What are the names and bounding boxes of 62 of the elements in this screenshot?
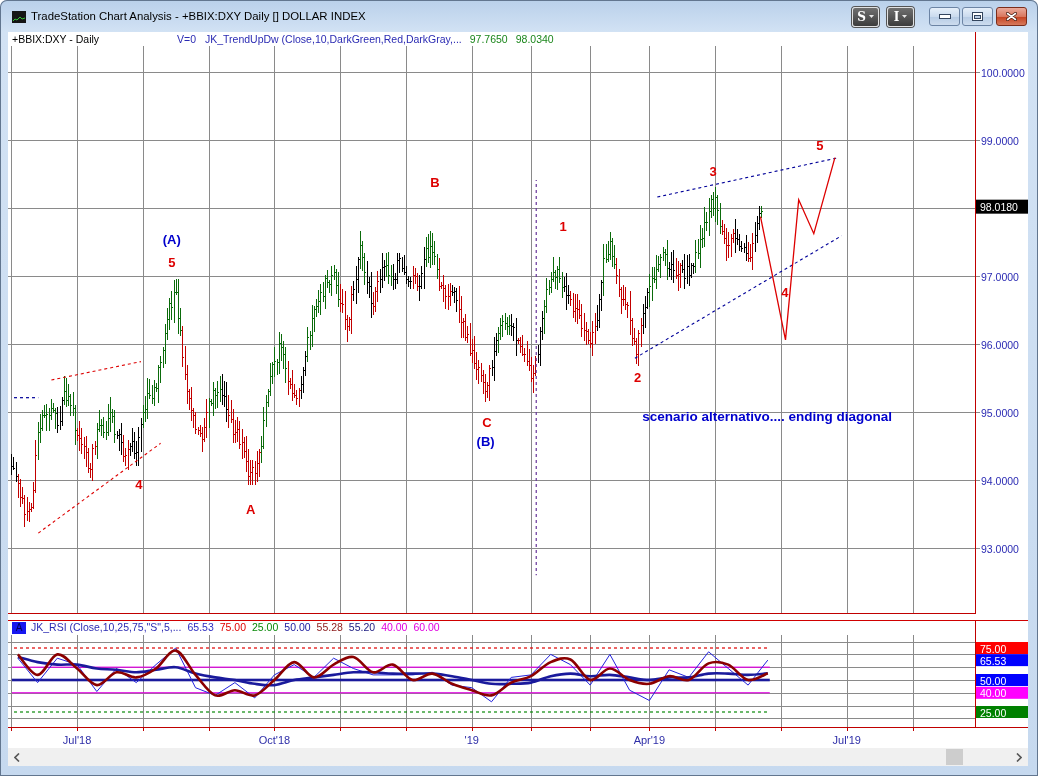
indicator-value: 65.53	[187, 620, 214, 636]
date-axis-label: Jul'18	[62, 734, 92, 746]
value-tag: 25.00	[976, 706, 1028, 719]
value-tag: 65.53	[976, 654, 1028, 667]
caret-icon	[902, 15, 908, 18]
indicator-label: JK_RSI (Close,10,25,75,"S",5,...	[31, 620, 182, 636]
wave-label: 3	[709, 163, 717, 179]
study-marker: A	[12, 622, 26, 634]
wave-label: B	[430, 175, 440, 191]
close-icon	[1006, 12, 1017, 21]
indicator-value: 50.00	[284, 620, 311, 636]
scrollbar-thumb[interactable]	[946, 749, 963, 765]
maximize-button[interactable]	[962, 7, 993, 26]
indicator-value: 55.28	[316, 620, 343, 636]
wave-label: 4	[135, 477, 143, 493]
maximize-icon	[972, 12, 983, 21]
price-axis-label: 100.0000	[981, 66, 1025, 79]
value-tag: 75.00	[976, 642, 1028, 655]
wave-label: A	[246, 501, 256, 517]
chevron-left-icon	[14, 752, 20, 762]
wave-label: 5	[168, 255, 176, 271]
indicator-value: 75.00	[219, 620, 246, 636]
study-label: V=0	[177, 32, 196, 46]
date-axis-label: Jul'19	[832, 734, 861, 746]
wave-label: (A)	[162, 232, 181, 248]
date-axis-label: Apr'19	[633, 734, 666, 746]
price-axis-label: 97.0000	[981, 270, 1019, 283]
date-axis-label: Oct'18	[258, 734, 291, 746]
last-price-tag: 98.0180	[976, 199, 1028, 214]
price-axis-label: 94.0000	[981, 474, 1019, 487]
caret-icon	[868, 15, 874, 18]
wave-label: 4	[781, 284, 789, 300]
indicator-value: 98.0340	[515, 32, 554, 46]
dropdown-button[interactable]: I	[887, 6, 914, 27]
wave-label: (B)	[476, 434, 495, 450]
price-axis-label: 95.0000	[981, 406, 1019, 419]
indicator-value: 97.7650	[469, 32, 508, 46]
price-axis-label: 93.0000	[981, 542, 1019, 555]
minimize-button[interactable]	[929, 7, 960, 26]
scenario-note: scenario alternativo.... ending diagonal	[642, 408, 892, 424]
wave-label: C	[482, 415, 492, 431]
chevron-right-icon	[1016, 752, 1022, 762]
symbol-label: +BBIX:DXY - Daily	[12, 32, 101, 46]
value-tag: 40.00	[976, 686, 1028, 700]
wave-label: 5	[816, 138, 824, 154]
indicator-label: JK_TrendUpDw (Close,10,DarkGreen,Red,DarkGray,...	[205, 32, 462, 46]
wave-label: 1	[559, 219, 567, 235]
price-level-line	[11, 397, 39, 399]
price-axis-label: 96.0000	[981, 338, 1019, 351]
indicator-value: 40.00	[381, 620, 408, 636]
value-tag: 50.00	[976, 674, 1028, 687]
dropdown-button[interactable]: S	[852, 6, 879, 27]
wave-label: 2	[633, 370, 642, 386]
indicator-value: 25.00	[252, 620, 279, 636]
window-title: TradeStation Chart Analysis - +BBIX:DXY Daily [] DOLLAR INDEX	[31, 8, 366, 24]
close-button[interactable]	[996, 7, 1027, 26]
indicator-value: 60.00	[413, 620, 440, 636]
app-icon	[12, 10, 26, 23]
price-axis-label: 99.0000	[981, 134, 1019, 147]
indicator-value: 55.20	[348, 620, 376, 636]
date-axis-label: '19	[464, 734, 479, 746]
minimize-icon	[938, 14, 951, 19]
